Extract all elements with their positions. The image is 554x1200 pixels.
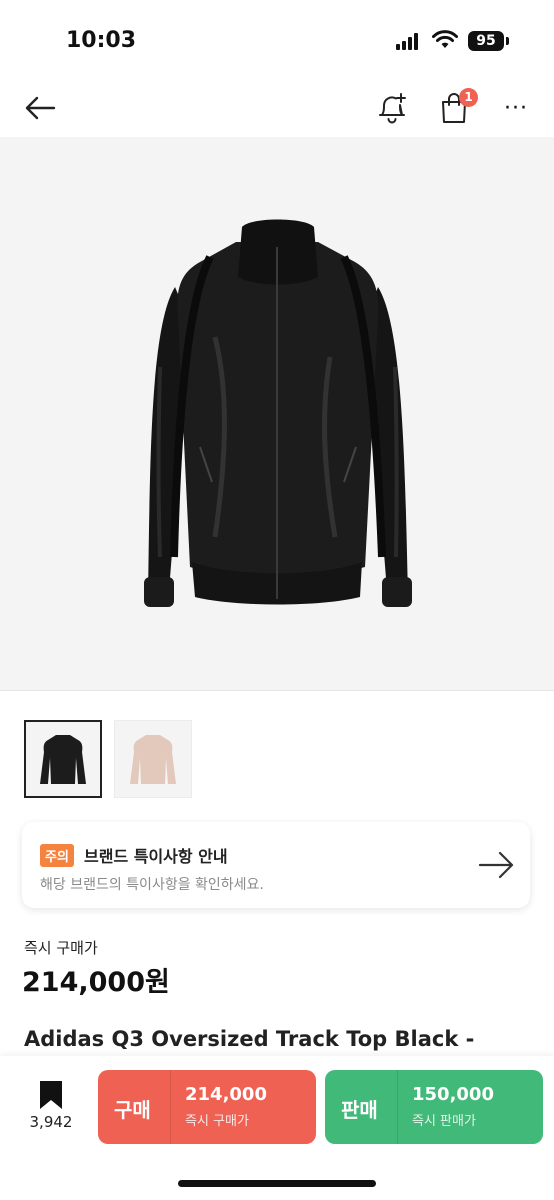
- cart-count-badge: 1: [459, 88, 478, 107]
- black-track-jacket-image: [144, 219, 412, 607]
- wishlist-button[interactable]: 3,942: [16, 1076, 86, 1136]
- sell-label: 판매: [341, 1098, 378, 1122]
- thumbnail-beige[interactable]: [114, 720, 192, 798]
- wifi-icon: [432, 30, 458, 54]
- thumbnail-black[interactable]: [24, 720, 102, 798]
- instant-buy-price-label: 즉시 구매가: [24, 939, 98, 957]
- notice-description: 해당 브랜드의 특이사항을 확인하세요.: [40, 877, 264, 893]
- status-time: 10:03: [66, 28, 137, 53]
- buy-label: 구매: [114, 1098, 151, 1122]
- black-jacket-thumbnail: [40, 735, 86, 784]
- instant-buy-price: 214,000원: [22, 967, 170, 998]
- wishlist-count: 3,942: [29, 1113, 73, 1131]
- more-options-button[interactable]: ···: [498, 88, 534, 128]
- back-button[interactable]: [20, 88, 60, 128]
- sell-divider: [397, 1070, 398, 1144]
- brand-notice-card[interactable]: 주의 브랜드 특이사항 안내 해당 브랜드의 특이사항을 확인하세요.: [22, 822, 530, 908]
- buy-divider: [170, 1070, 171, 1144]
- arrow-right-icon: [478, 851, 514, 879]
- product-image[interactable]: [0, 137, 554, 691]
- sell-button[interactable]: 판매 150,000 즉시 판매가: [325, 1070, 543, 1144]
- home-indicator: [178, 1180, 376, 1187]
- arrow-left-icon: [25, 96, 56, 120]
- beige-jacket-thumbnail: [130, 735, 176, 784]
- buy-button[interactable]: 구매 214,000 즉시 구매가: [98, 1070, 316, 1144]
- cellular-signal-icon: [396, 32, 420, 50]
- sell-price-caption: 즉시 판매가: [412, 1114, 476, 1129]
- battery-tip: [506, 37, 509, 45]
- notice-tag: 주의: [40, 844, 74, 867]
- bookmark-icon: [40, 1081, 62, 1109]
- sell-price: 150,000: [412, 1084, 494, 1105]
- buy-price: 214,000: [185, 1084, 267, 1105]
- bell-plus-icon: [379, 93, 406, 124]
- battery-icon: 95: [468, 31, 504, 51]
- notification-add-button[interactable]: [372, 88, 412, 128]
- product-title: Adidas Q3 Oversized Track Top Black -: [24, 1027, 475, 1051]
- buy-price-caption: 즉시 구매가: [185, 1114, 249, 1129]
- notice-title: 브랜드 특이사항 안내: [84, 847, 228, 866]
